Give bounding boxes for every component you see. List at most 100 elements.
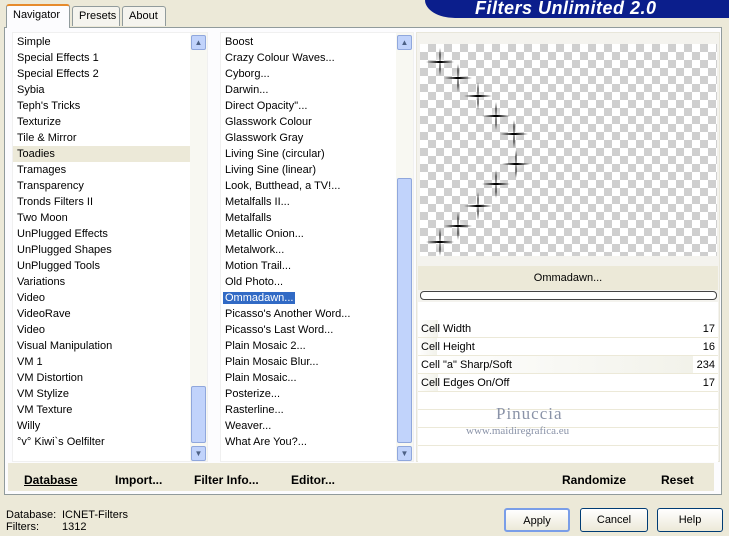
param-row[interactable]: Cell Edges On/Off 17 — [418, 374, 718, 392]
import-button[interactable]: Import... — [115, 473, 162, 487]
category-item[interactable]: Tronds Filters II — [13, 194, 207, 210]
item-label: Glasswork Colour — [225, 116, 312, 128]
category-list[interactable]: Simple Special Effects 1 Special Effects 2… — [12, 32, 208, 462]
cancel-button[interactable]: Cancel — [580, 508, 648, 532]
filter-item[interactable]: Look, Butthead, a TV!... — [221, 178, 413, 194]
item-label: Special Effects 2 — [17, 68, 99, 80]
filter-item[interactable]: Picasso's Another Word... — [221, 306, 413, 322]
status-filters-label: Filters: — [6, 521, 39, 533]
scroll-down-icon[interactable]: ▼ — [191, 446, 206, 461]
item-label: Weaver... — [225, 420, 272, 432]
item-label: Tramages — [17, 164, 67, 176]
filter-item[interactable]: Boost — [221, 34, 413, 50]
category-item[interactable]: Toadies — [13, 146, 207, 162]
editor-button[interactable]: Editor... — [291, 473, 335, 487]
scroll-up-icon[interactable]: ▲ — [191, 35, 206, 50]
filter-item[interactable]: Living Sine (linear) — [221, 162, 413, 178]
filter-scrollbar[interactable]: ▲ ▼ — [396, 33, 413, 461]
category-item[interactable]: Transparency — [13, 178, 207, 194]
filter-item[interactable]: Plain Mosaic 2... — [221, 338, 413, 354]
filter-item[interactable]: Metalfalls — [221, 210, 413, 226]
filter-item[interactable]: Rasterline... — [221, 402, 413, 418]
category-scrollbar[interactable]: ▲ ▼ — [190, 33, 207, 461]
param-row[interactable]: Cell "a" Sharp/Soft 234 — [418, 356, 718, 374]
filter-list[interactable]: Boost Crazy Colour Waves... Cyborg... Darwi… — [220, 32, 414, 462]
tab-label: About — [129, 10, 158, 22]
progress-bar — [420, 291, 717, 300]
filter-item[interactable]: Posterize... — [221, 386, 413, 402]
help-button[interactable]: Help — [657, 508, 723, 532]
param-row[interactable]: Cell Height 16 — [418, 338, 718, 356]
filter-item[interactable]: Weaver... — [221, 418, 413, 434]
filter-item[interactable]: Metalfalls II... — [221, 194, 413, 210]
category-item[interactable]: Sybia — [13, 82, 207, 98]
category-item[interactable]: UnPlugged Tools — [13, 258, 207, 274]
scroll-down-icon[interactable]: ▼ — [397, 446, 412, 461]
filter-item[interactable]: Plain Mosaic... — [221, 370, 413, 386]
database-button[interactable]: Database — [24, 473, 77, 487]
category-item[interactable]: VM Stylize — [13, 386, 207, 402]
filter-item[interactable]: Metalwork... — [221, 242, 413, 258]
category-item[interactable]: Willy — [13, 418, 207, 434]
category-item[interactable]: VM Texture — [13, 402, 207, 418]
category-item[interactable]: Tile & Mirror — [13, 130, 207, 146]
scroll-up-icon[interactable]: ▲ — [397, 35, 412, 50]
filter-item[interactable]: Motion Trail... — [221, 258, 413, 274]
category-item[interactable]: Two Moon — [13, 210, 207, 226]
filter-item[interactable]: Old Photo... — [221, 274, 413, 290]
item-label: Cyborg... — [225, 68, 270, 80]
scroll-thumb[interactable] — [191, 386, 206, 443]
category-item[interactable]: Video — [13, 290, 207, 306]
category-item[interactable]: VM 1 — [13, 354, 207, 370]
category-item[interactable]: Special Effects 1 — [13, 50, 207, 66]
item-label: What Are You?... — [225, 436, 307, 448]
tab-presets[interactable]: Presets — [72, 6, 120, 26]
param-label: Cell Edges On/Off — [421, 377, 510, 389]
param-row[interactable]: Cell Width 17 — [418, 320, 718, 338]
tab-navigator[interactable]: Navigator — [6, 4, 70, 28]
item-label: Posterize... — [225, 388, 281, 400]
param-label: Cell Width — [421, 323, 472, 335]
category-item[interactable]: °v° Kiwi`s Oelfilter — [13, 434, 207, 450]
item-label: Plain Mosaic Blur... — [225, 356, 319, 368]
filter-item[interactable]: Living Sine (circular) — [221, 146, 413, 162]
reset-button[interactable]: Reset — [661, 473, 694, 487]
filter-item[interactable]: Picasso's Last Word... — [221, 322, 413, 338]
category-item[interactable]: Texturize — [13, 114, 207, 130]
filter-item[interactable]: Darwin... — [221, 82, 413, 98]
tab-about[interactable]: About — [122, 6, 166, 26]
params-spacer — [418, 302, 718, 320]
filter-item[interactable]: Glasswork Colour — [221, 114, 413, 130]
database-label: Database — [24, 473, 78, 487]
sparkle-icon — [426, 228, 454, 256]
category-item[interactable]: UnPlugged Effects — [13, 226, 207, 242]
category-item[interactable]: UnPlugged Shapes — [13, 242, 207, 258]
category-item[interactable]: Visual Manipulation — [13, 338, 207, 354]
filter-item[interactable]: Crazy Colour Waves... — [221, 50, 413, 66]
category-item[interactable]: Simple — [13, 34, 207, 50]
filter-item[interactable]: Cyborg... — [221, 66, 413, 82]
item-label: Picasso's Another Word... — [225, 308, 351, 320]
editor-label: Editor... — [291, 473, 336, 487]
apply-button[interactable]: Apply — [504, 508, 570, 532]
item-label: Metalfalls II... — [225, 196, 290, 208]
category-item[interactable]: Video — [13, 322, 207, 338]
filter-item[interactable]: Direct Opacity''... — [221, 98, 413, 114]
filter-item[interactable]: Ommadawn... — [221, 290, 413, 306]
filter-item[interactable]: Metallic Onion... — [221, 226, 413, 242]
filter-item[interactable]: What Are You?... — [221, 434, 413, 450]
category-item[interactable]: Tramages — [13, 162, 207, 178]
category-item[interactable]: Special Effects 2 — [13, 66, 207, 82]
filter-info-button[interactable]: Filter Info... — [194, 473, 259, 487]
filter-item[interactable]: Glasswork Gray — [221, 130, 413, 146]
category-item[interactable]: Variations — [13, 274, 207, 290]
status-database-label: Database: — [6, 509, 57, 521]
randomize-button[interactable]: Randomize — [562, 473, 626, 487]
filter-item[interactable]: Plain Mosaic Blur... — [221, 354, 413, 370]
item-label: Toadies — [17, 148, 55, 160]
scroll-thumb[interactable] — [397, 178, 412, 443]
category-item[interactable]: VM Distortion — [13, 370, 207, 386]
category-item[interactable]: VideoRave — [13, 306, 207, 322]
item-label: Plain Mosaic 2... — [225, 340, 306, 352]
category-item[interactable]: Teph's Tricks — [13, 98, 207, 114]
